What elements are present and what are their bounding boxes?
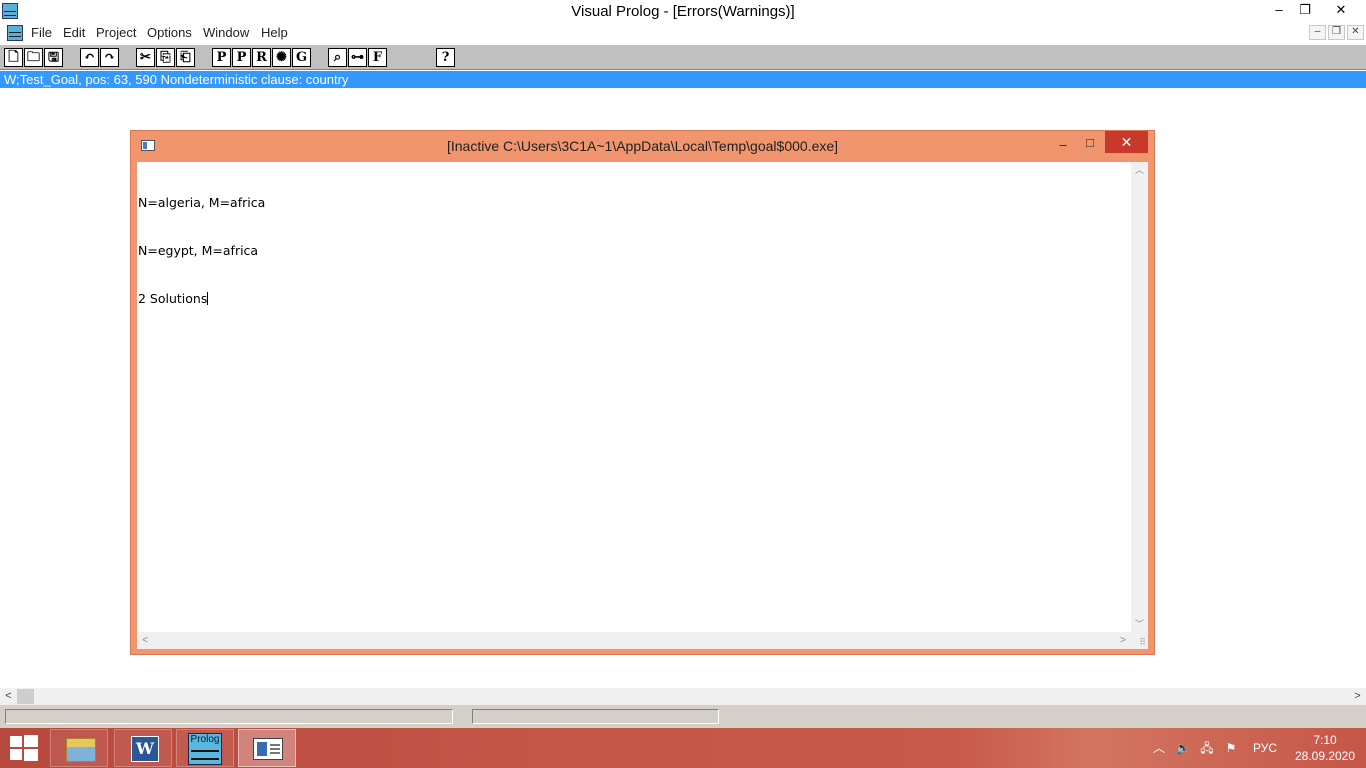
menu-file[interactable]: File [31, 25, 52, 40]
language-indicator[interactable]: РУС [1253, 728, 1277, 768]
status-pane-right [472, 709, 719, 724]
compile-icon[interactable]: P [212, 48, 231, 67]
output-line: N=egypt, M=africa [138, 243, 259, 258]
scroll-right-icon[interactable]: > [1115, 632, 1131, 649]
tree-icon[interactable]: ⊶ [348, 48, 367, 67]
start-windows-icon[interactable] [10, 735, 38, 761]
help-icon[interactable]: ? [436, 48, 455, 67]
mdi-close-button[interactable]: ✕ [1347, 25, 1364, 40]
error-message-line[interactable]: W;Test_Goal, pos: 63, 590 Nondeterminist… [0, 71, 1366, 88]
find-icon[interactable]: F [368, 48, 387, 67]
folder-icon [66, 738, 96, 762]
menu-help[interactable]: Help [261, 25, 288, 40]
network-icon[interactable]: 🖧 [1199, 740, 1215, 756]
clock-date: 28.09.2020 [1294, 749, 1356, 763]
mdi-minimize-button[interactable]: – [1309, 25, 1326, 40]
open-file-icon[interactable]: 🗀 [24, 48, 43, 67]
console-window-title: [Inactive C:\Users\3C1A~1\AppData\Local\… [446, 138, 839, 154]
toolbar: 🗋 🗀 🖫 ↶ ↷ ✂ ⎘ ⎗ P P R ✺ G ⌕ ⊶ F ? [0, 44, 1366, 70]
resize-grip-icon[interactable]: ⠿ [1131, 632, 1148, 649]
console-vertical-scrollbar[interactable]: ︿ ﹀ [1131, 162, 1148, 632]
console-horizontal-scrollbar[interactable]: < > [137, 632, 1131, 649]
copy-icon[interactable]: ⎘ [156, 48, 175, 67]
cut-icon[interactable]: ✂ [136, 48, 155, 67]
main-scroll-left-icon[interactable]: < [0, 688, 17, 705]
maximize-button[interactable]: ❐ [1290, 0, 1320, 22]
console-close-button[interactable]: ✕ [1105, 131, 1148, 153]
application-window-icon [253, 738, 283, 760]
redo-icon[interactable]: ↷ [100, 48, 119, 67]
menu-project[interactable]: Project [96, 25, 136, 40]
close-button[interactable]: ✕ [1318, 0, 1364, 22]
main-scroll-right-icon[interactable]: > [1349, 688, 1366, 705]
menu-window[interactable]: Window [203, 25, 249, 40]
output-line: 2 Solutions [138, 291, 209, 306]
output-line: N=algeria, M=africa [138, 195, 266, 210]
scroll-left-icon[interactable]: < [137, 632, 153, 649]
taskbar-prolog[interactable]: Prolog [176, 729, 234, 767]
menu-options[interactable]: Options [147, 25, 192, 40]
word-icon: W [131, 736, 159, 762]
run-icon[interactable]: R [252, 48, 271, 67]
taskbar-file-explorer[interactable] [50, 729, 108, 767]
main-horizontal-scrollbar[interactable]: < > [0, 688, 1366, 705]
console-title-bar[interactable]: [Inactive C:\Users\3C1A~1\AppData\Local\… [131, 131, 1154, 161]
project-compile-icon[interactable]: P [232, 48, 251, 67]
console-maximize-button[interactable]: □ [1078, 135, 1102, 155]
status-pane-left [5, 709, 453, 724]
goal-icon[interactable]: G [292, 48, 311, 67]
taskbar: W Prolog ︿ 🔈 🖧 ⚑ РУС 7:10 28.09.2020 [0, 728, 1366, 768]
volume-icon[interactable]: 🔈 [1175, 740, 1191, 756]
new-file-icon[interactable]: 🗋 [4, 48, 23, 67]
console-output-area[interactable]: N=algeria, M=africa N=egypt, M=africa 2 … [137, 162, 1148, 649]
menu-edit[interactable]: Edit [63, 25, 85, 40]
taskbar-word[interactable]: W [114, 729, 172, 767]
browse-icon[interactable]: ⌕ [328, 48, 347, 67]
status-bar [0, 705, 1366, 728]
show-hidden-icons-icon[interactable]: ︿ [1151, 740, 1167, 756]
clock-time: 7:10 [1313, 733, 1337, 747]
window-title: Visual Prolog - [Errors(Warnings)] [571, 3, 795, 20]
paste-icon[interactable]: ⎗ [176, 48, 195, 67]
scroll-down-icon[interactable]: ﹀ [1131, 616, 1148, 632]
text-caret [207, 292, 209, 305]
debug-icon[interactable]: ✺ [272, 48, 291, 67]
console-window[interactable]: [Inactive C:\Users\3C1A~1\AppData\Local\… [130, 130, 1155, 655]
scroll-up-icon[interactable]: ︿ [1131, 162, 1148, 178]
console-minimize-button[interactable]: – [1051, 135, 1075, 155]
save-icon[interactable]: 🖫 [44, 48, 63, 67]
console-output: N=algeria, M=africa N=egypt, M=africa 2 … [138, 163, 265, 339]
document-icon[interactable] [7, 25, 23, 41]
menu-bar: File Edit Project Options Window Help – … [0, 23, 1366, 43]
clock[interactable]: 7:10 28.09.2020 [1290, 732, 1360, 764]
undo-icon[interactable]: ↶ [80, 48, 99, 67]
main-scroll-thumb[interactable] [17, 689, 34, 704]
title-bar: Visual Prolog - [Errors(Warnings)] – ❐ ✕ [0, 0, 1366, 23]
action-center-flag-icon[interactable]: ⚑ [1223, 740, 1239, 756]
prolog-icon: Prolog [188, 733, 222, 765]
taskbar-visual-prolog-window[interactable] [238, 729, 296, 767]
mdi-restore-button[interactable]: ❐ [1328, 25, 1345, 40]
